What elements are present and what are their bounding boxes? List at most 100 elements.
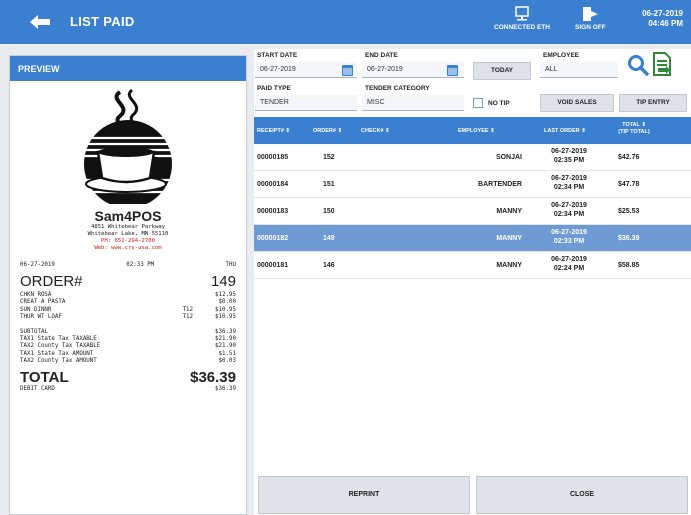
table-row-selected[interactable]: 00000182 149 MANNY 06-27-2019 02:33 PM $3…: [254, 225, 691, 252]
filter-bar: START DATE 06-27-2019 END DATE 06-27-201…: [254, 49, 691, 117]
paid-list-table: RECEIPT# ⇕ ORDER# ⇕ CHECK# ⇕ EMPLOYEE ⇕ …: [254, 117, 691, 473]
receipt-order-row: ORDER# 149: [20, 273, 236, 290]
receipt-item: THUR WT LOAF T12 $10.95: [20, 313, 236, 320]
paid-type-select[interactable]: TENDER: [255, 95, 357, 111]
cell-employee: MANNY: [496, 208, 522, 215]
cell-last-order-time: 02:24 PM: [553, 264, 585, 272]
clock-date: 06-27-2019: [642, 9, 683, 18]
cell-order: 152: [323, 154, 335, 161]
clock: 06-27-2019 04:46 PM: [642, 9, 683, 29]
receipt-web: Web: www.crs-usa.com: [94, 245, 162, 251]
export-spreadsheet-icon[interactable]: [652, 52, 672, 76]
receipt-item: SUN DINNR T12 $10.95: [20, 306, 236, 313]
page-title: LIST PAID: [70, 14, 135, 29]
receipt-totals: SUBTOTAL $36.39 TAX1 State Tax TAXABLE $21…: [20, 329, 236, 365]
cell-employee: MANNY: [496, 235, 522, 242]
cell-employee: BARTENDER: [478, 181, 522, 188]
receipt-payment-type: DEBIT CARD: [20, 386, 55, 393]
connection-label: CONNECTED ETH: [494, 24, 550, 31]
cell-order: 146: [323, 262, 335, 269]
receipt-total-amount: $36.39: [190, 369, 236, 387]
cell-last-order: 06-27-2019 02:24 PM: [532, 256, 606, 273]
employee-select[interactable]: ALL: [540, 62, 618, 78]
back-arrow-icon[interactable]: [28, 13, 52, 31]
receipt-total-line: TAX1 State Tax AMOUNT $1.51: [20, 350, 236, 357]
tip-entry-button[interactable]: TIP ENTRY: [619, 94, 687, 112]
receipt-preview-panel: PREVIEW Sam4POS 4851 Whitebear Parkway W…: [9, 55, 247, 515]
cell-last-order-date: 06-27-2019: [551, 148, 587, 155]
table-header: RECEIPT# ⇕ ORDER# ⇕ CHECK# ⇕ EMPLOYEE ⇕ …: [254, 117, 691, 144]
cell-last-order-date: 06-27-2019: [551, 229, 587, 236]
column-header-last-order[interactable]: LAST ORDER ⇕: [544, 128, 586, 134]
cell-order: 149: [323, 235, 335, 242]
cell-last-order-time: 02:33 PM: [553, 237, 585, 245]
network-icon: [515, 6, 529, 21]
cell-last-order: 06-27-2019 02:33 PM: [532, 229, 606, 246]
column-header-total-line1: TOTAL ⇕: [622, 122, 646, 128]
search-icon[interactable]: [627, 54, 649, 76]
end-date-calendar-icon[interactable]: [447, 65, 458, 76]
sign-off-label: SIGN OFF: [575, 24, 606, 31]
employee-value: ALL: [545, 66, 558, 73]
receipt-store-name: Sam4POS: [94, 208, 162, 224]
receipt-total-line: SUBTOTAL $36.39: [20, 329, 236, 336]
paid-type-value: TENDER: [260, 99, 289, 106]
receipt-date: 06-27-2019: [20, 262, 55, 268]
cell-last-order-date: 06-27-2019: [551, 256, 587, 263]
end-date-label: END DATE: [365, 52, 398, 59]
tender-category-label: TENDER CATEGORY: [365, 85, 430, 92]
cell-last-order-date: 06-27-2019: [551, 202, 587, 209]
paid-type-label: PAID TYPE: [257, 85, 291, 92]
table-row[interactable]: 00000185 152 SONJAI 06-27-2019 02:35 PM $…: [254, 144, 691, 171]
cell-total: $58.85: [618, 262, 640, 269]
column-header-receipt[interactable]: RECEIPT# ⇕: [257, 128, 290, 134]
table-row[interactable]: 00000181 146 MANNY 06-27-2019 02:24 PM $5…: [254, 252, 691, 279]
sign-off-button[interactable]: SIGN OFF: [575, 6, 606, 31]
receipt-address-line2: Whitebear Lake, MN 55110: [87, 231, 169, 237]
cell-receipt: 00000182: [257, 235, 289, 242]
no-tip-label: NO TIP: [488, 100, 510, 107]
receipt: Sam4POS 4851 Whitebear Parkway Whitebear…: [20, 86, 236, 393]
receipt-total-line: TAX2 County Tax AMOUNT $0.03: [20, 357, 236, 364]
void-sales-button[interactable]: VOID SALES: [540, 94, 614, 112]
cell-last-order: 06-27-2019 02:35 PM: [532, 148, 606, 165]
tender-category-value: MISC: [367, 99, 385, 106]
receipt-order-label: ORDER#: [20, 273, 83, 291]
close-button[interactable]: CLOSE: [476, 476, 688, 514]
table-row[interactable]: 00000183 150 MANNY 06-27-2019 02:34 PM $2…: [254, 198, 691, 225]
receipt-total-line: TAX2 County Tax TAXABLE $21.90: [20, 343, 236, 350]
cell-receipt: 00000181: [257, 262, 289, 269]
cell-total: $36.39: [618, 235, 640, 242]
column-header-total[interactable]: TOTAL ⇕ (TIP TOTAL): [610, 122, 658, 136]
cell-last-order: 06-27-2019 02:34 PM: [532, 202, 606, 219]
start-date-calendar-icon[interactable]: [342, 65, 353, 76]
column-header-check[interactable]: CHECK# ⇕: [361, 128, 390, 134]
table-row[interactable]: 00000184 151 BARTENDER 06-27-2019 02:34 P…: [254, 171, 691, 198]
cell-employee: MANNY: [496, 262, 522, 269]
receipt-grand-total: TOTAL $36.39: [20, 369, 236, 386]
connection-status[interactable]: CONNECTED ETH: [494, 6, 550, 31]
cell-total: $47.78: [618, 181, 640, 188]
receipt-address: 4851 Whitebear Parkway Whitebear Lake, M…: [20, 224, 236, 252]
tender-category-select[interactable]: MISC: [362, 95, 464, 111]
start-date-label: START DATE: [257, 52, 298, 59]
today-button[interactable]: TODAY: [473, 62, 531, 80]
cell-last-order: 06-27-2019 02:34 PM: [532, 175, 606, 192]
column-header-order[interactable]: ORDER# ⇕: [313, 128, 342, 134]
receipt-day: THU: [225, 262, 236, 268]
cell-receipt: 00000185: [257, 154, 289, 161]
app-window: LIST PAID CONNECTED ETH SIGN OFF 06-27-2…: [0, 0, 691, 515]
receipt-item: CHKN ROSA $12.95: [20, 292, 236, 299]
no-tip-checkbox[interactable]: [473, 98, 483, 108]
cell-last-order-time: 02:35 PM: [553, 156, 585, 164]
action-bar: REPRINT CLOSE: [254, 473, 691, 515]
cell-employee: SONJAI: [495, 154, 522, 161]
clock-time: 04:46 PM: [648, 19, 683, 28]
column-header-employee[interactable]: EMPLOYEE ⇕: [458, 128, 495, 134]
receipt-total-line: TAX1 State Tax TAXABLE $21.90: [20, 336, 236, 343]
cell-receipt: 00000184: [257, 181, 289, 188]
coffee-cup-logo: [84, 88, 172, 204]
employee-label: EMPLOYEE: [543, 52, 580, 59]
receipt-address-line1: 4851 Whitebear Parkway: [90, 224, 166, 230]
reprint-button[interactable]: REPRINT: [258, 476, 470, 514]
